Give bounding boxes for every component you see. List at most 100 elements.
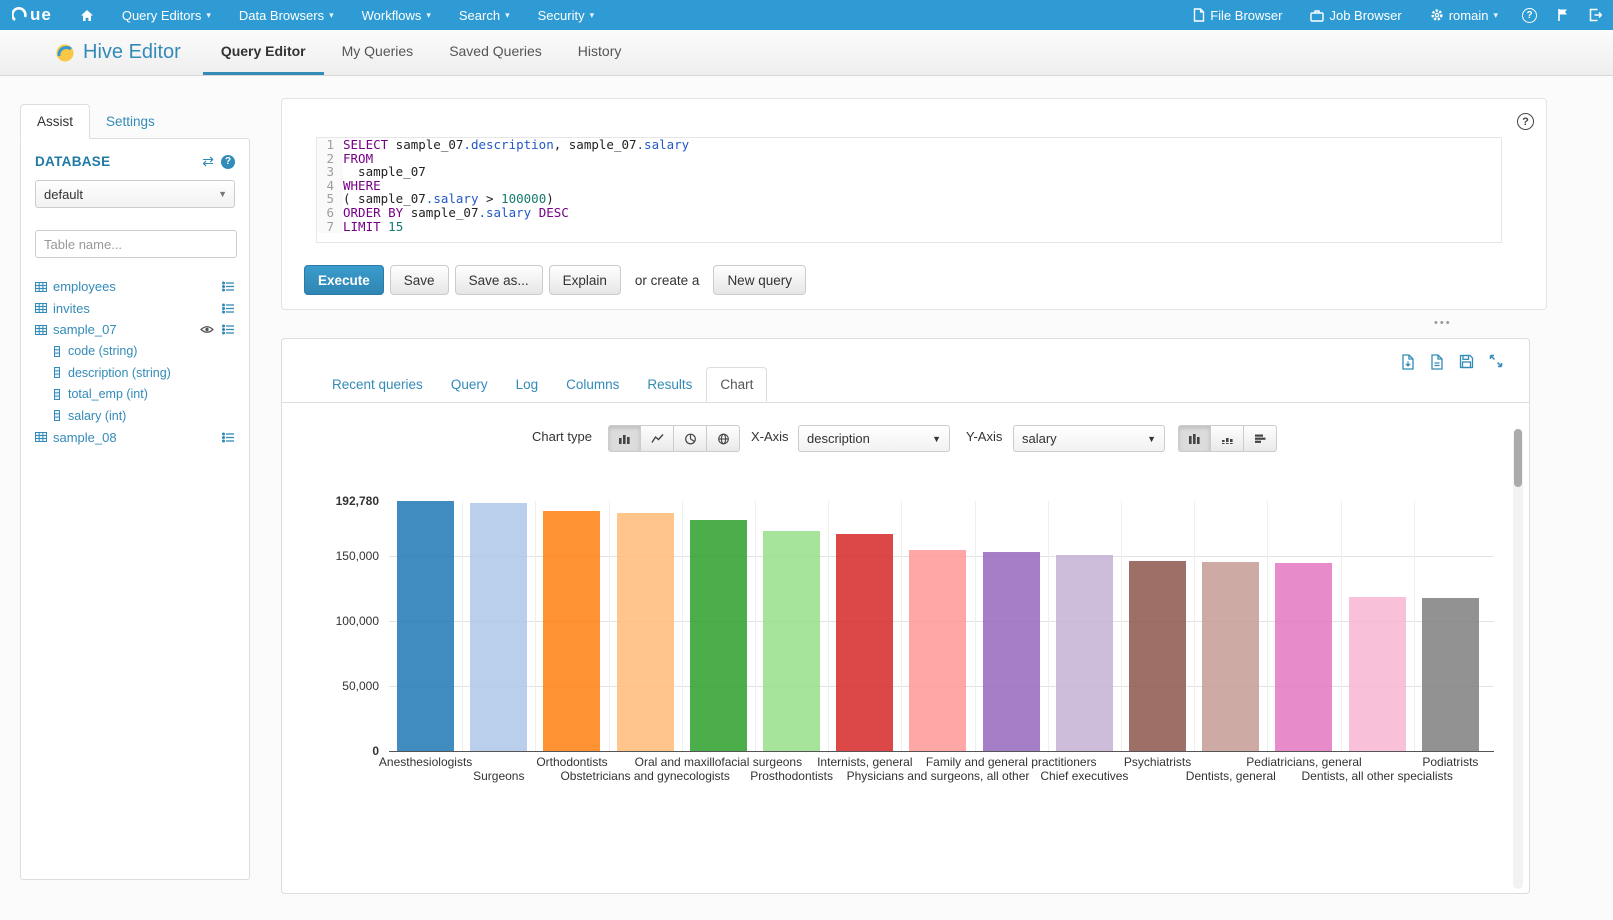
- line-number: 6: [317, 206, 343, 220]
- column-row-salary[interactable]: salary (int): [35, 405, 235, 427]
- line-number: 7: [317, 220, 343, 234]
- chart-bar[interactable]: [909, 550, 966, 751]
- table-row-invites[interactable]: invites: [35, 298, 235, 320]
- column-icon: [52, 346, 62, 357]
- column-icon: [52, 389, 62, 400]
- x-axis-label: Physicians and surgeons, all other: [847, 769, 1030, 783]
- gridline-v: [1414, 501, 1415, 751]
- editor-help-icon[interactable]: ?: [1517, 113, 1534, 130]
- chart-bar[interactable]: [1275, 563, 1332, 751]
- x-axis-label: Chief executives: [1040, 769, 1128, 783]
- x-axis-label: Prosthodontists: [750, 769, 833, 783]
- menu-search[interactable]: Search ▾: [445, 0, 524, 30]
- tab-saved-queries[interactable]: Saved Queries: [431, 30, 560, 75]
- help-button[interactable]: ?: [1512, 0, 1547, 30]
- chart-bar[interactable]: [983, 552, 1040, 751]
- document-icon: [1193, 8, 1205, 22]
- tab-history[interactable]: History: [560, 30, 640, 75]
- gear-icon: [1430, 8, 1444, 22]
- execute-button[interactable]: Execute: [304, 265, 384, 295]
- tab-query-editor[interactable]: Query Editor: [203, 30, 324, 75]
- show-details-icon[interactable]: [222, 432, 235, 443]
- sidebar-tabs: Assist Settings: [20, 100, 250, 138]
- chart-bar[interactable]: [836, 534, 893, 751]
- job-browser-link[interactable]: Job Browser: [1296, 0, 1415, 30]
- x-axis-label: Internists, general: [817, 755, 912, 769]
- gridline-v: [975, 501, 976, 751]
- refresh-icon[interactable]: ⇄: [202, 153, 214, 170]
- y-axis-tick: 0: [294, 744, 379, 758]
- user-menu[interactable]: romain ▾: [1416, 0, 1512, 30]
- feedback-button[interactable]: [1547, 0, 1579, 30]
- table-row-employees[interactable]: employees: [35, 276, 235, 298]
- line-number: 4: [317, 179, 343, 193]
- show-details-icon[interactable]: [222, 303, 235, 314]
- app-header: Hive Editor Query Editor My Queries Save…: [0, 30, 1613, 76]
- home-icon: [80, 9, 94, 22]
- chart-bar[interactable]: [617, 513, 674, 751]
- chevron-down-icon: ▾: [590, 10, 595, 21]
- tab-assist[interactable]: Assist: [20, 104, 90, 139]
- hive-logo-icon: [55, 43, 75, 63]
- menu-query-editors[interactable]: Query Editors ▾: [108, 0, 225, 30]
- logout-button[interactable]: [1579, 0, 1613, 30]
- gridline-v: [1267, 501, 1268, 751]
- home-menu[interactable]: [66, 0, 108, 30]
- chart-bar[interactable]: [1349, 597, 1406, 751]
- y-axis-tick: 100,000: [294, 614, 379, 628]
- line-number: 2: [317, 152, 343, 166]
- assist-panel: DATABASE ⇄ ? default ▼ employees: [20, 138, 250, 880]
- preview-eye-icon[interactable]: [200, 325, 214, 334]
- column-row-code[interactable]: code (string): [35, 341, 235, 363]
- column-icon: [52, 367, 62, 378]
- x-axis-label: Oral and maxillofacial surgeons: [635, 755, 802, 769]
- chart-bar[interactable]: [543, 511, 600, 751]
- explain-button[interactable]: Explain: [549, 265, 621, 295]
- x-axis-label: Family and general practitioners: [926, 755, 1097, 769]
- app-title[interactable]: Hive Editor: [0, 30, 181, 75]
- table-icon: [35, 282, 47, 292]
- chart-bar[interactable]: [1056, 555, 1113, 751]
- or-create-text: or create a: [635, 273, 700, 288]
- menu-data-browsers[interactable]: Data Browsers ▾: [225, 0, 348, 30]
- table-row-sample-07[interactable]: sample_07: [35, 319, 235, 341]
- chevron-down-icon: ▾: [1493, 10, 1498, 21]
- chart-bar[interactable]: [690, 520, 747, 751]
- gridline-v: [1121, 501, 1122, 751]
- file-browser-link[interactable]: File Browser: [1179, 0, 1296, 30]
- chevron-down-icon: ▾: [426, 10, 431, 21]
- scrollbar-track[interactable]: [1513, 429, 1523, 889]
- x-axis-label: Orthodontists: [536, 755, 607, 769]
- database-select[interactable]: default ▼: [35, 180, 235, 208]
- chart-bar[interactable]: [763, 531, 820, 751]
- sql-editor[interactable]: 1SELECT sample_07.description, sample_07…: [316, 137, 1502, 243]
- table-row-sample-08[interactable]: sample_08: [35, 427, 235, 449]
- scrollbar-thumb[interactable]: [1514, 429, 1522, 487]
- tab-settings[interactable]: Settings: [90, 105, 171, 138]
- table-filter-input[interactable]: [35, 230, 237, 258]
- chart-bar[interactable]: [1129, 561, 1186, 751]
- save-as-button[interactable]: Save as...: [455, 265, 543, 295]
- resize-handle[interactable]: •••: [1434, 317, 1452, 329]
- chevron-down-icon: ▾: [505, 10, 510, 21]
- line-number: 3: [317, 165, 343, 179]
- menu-workflows[interactable]: Workflows ▾: [348, 0, 445, 30]
- chart-bar[interactable]: [1422, 598, 1479, 751]
- y-axis-tick: 192,780: [294, 494, 379, 508]
- chart-bar[interactable]: [470, 503, 527, 751]
- header-tabs: Query Editor My Queries Saved Queries Hi…: [203, 30, 640, 75]
- new-query-button[interactable]: New query: [713, 265, 806, 295]
- column-row-description[interactable]: description (string): [35, 362, 235, 384]
- chart-bar[interactable]: [1202, 562, 1259, 751]
- tab-my-queries[interactable]: My Queries: [324, 30, 432, 75]
- show-details-icon[interactable]: [222, 281, 235, 292]
- help-icon[interactable]: ?: [221, 155, 235, 169]
- table-list: employees invites sample_07: [35, 276, 235, 448]
- chart-bar[interactable]: [397, 501, 454, 751]
- menu-security[interactable]: Security ▾: [524, 0, 609, 30]
- show-details-icon[interactable]: [222, 324, 235, 335]
- hue-logo[interactable]: ue: [0, 5, 66, 25]
- column-row-total-emp[interactable]: total_emp (int): [35, 384, 235, 406]
- hue-logo-icon: [12, 7, 28, 23]
- save-button[interactable]: Save: [390, 265, 449, 295]
